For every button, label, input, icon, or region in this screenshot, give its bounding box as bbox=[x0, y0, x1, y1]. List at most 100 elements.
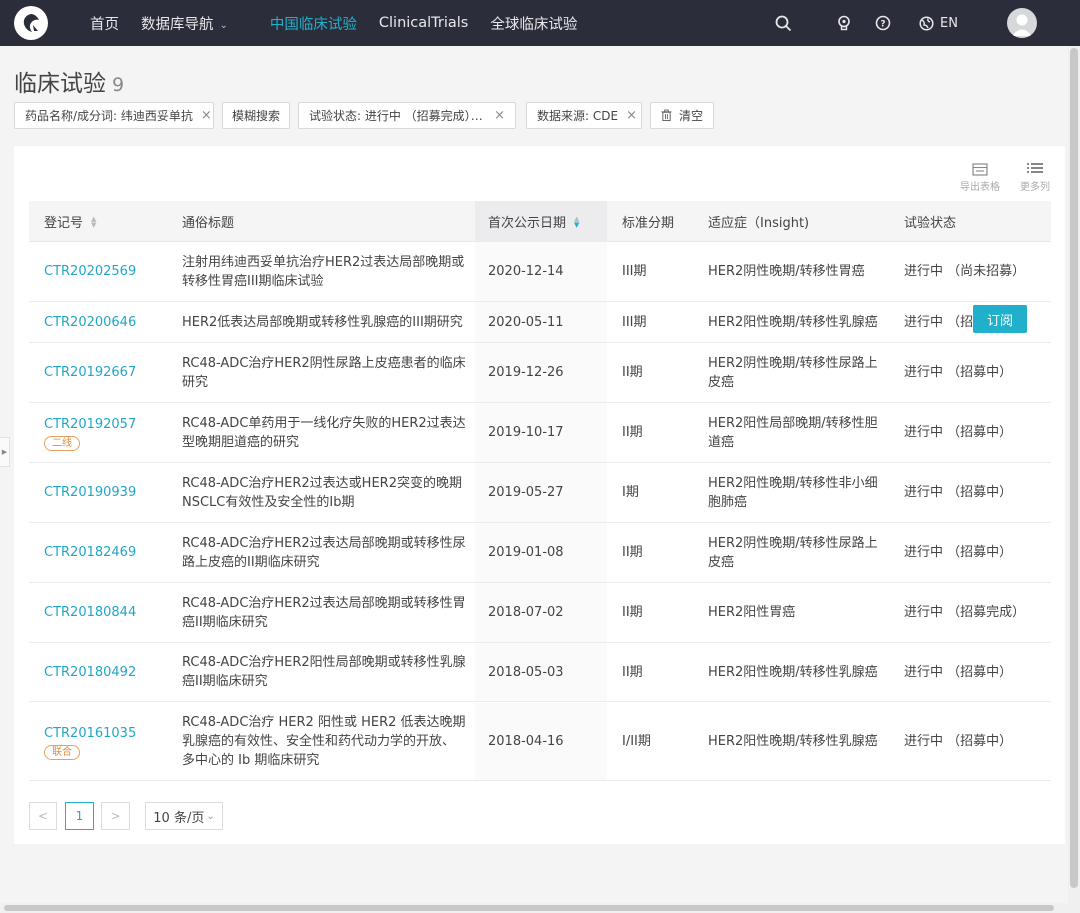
table-row[interactable]: CTR20161035 联合 RC48-ADC治疗 HER2 阳性或 HER2 低表… bbox=[29, 703, 1051, 781]
table-row[interactable]: CTR20182469 RC48-ADC治疗HER2过表达局部晚期或转移性尿路上皮… bbox=[29, 523, 1051, 583]
cell-title: RC48-ADC单药用于一线化疗失败的HER2过表达型晚期胆道癌的研究 bbox=[182, 403, 467, 462]
avatar[interactable] bbox=[1007, 8, 1037, 38]
cell-title-text: RC48-ADC治疗HER2阴性尿路上皮癌患者的临床研究 bbox=[182, 355, 466, 390]
table-row[interactable]: CTR20190939 RC48-ADC治疗HER2过表达或HER2突变的晚期NS… bbox=[29, 463, 1051, 523]
filter-chip-drug: 药品名称/成分词: 纬迪西妥单抗 × bbox=[14, 102, 214, 129]
cell-phase: I/II期 bbox=[622, 703, 702, 780]
close-icon[interactable]: × bbox=[618, 108, 637, 123]
cell-status-text: 进行中 （招募中） bbox=[904, 485, 1013, 500]
vertical-scrollbar-thumb[interactable] bbox=[1070, 48, 1078, 888]
cell-indication: HER2阳性晚期/转移性非小细胞肺癌 bbox=[708, 463, 878, 522]
cell-indication: HER2阴性晚期/转移性尿路上皮癌 bbox=[708, 523, 878, 582]
page-size-select[interactable]: 10 条/页 ⌄ bbox=[145, 802, 223, 830]
cell-date: 2019-01-08 bbox=[475, 523, 607, 582]
more-columns-label: 更多列 bbox=[1020, 182, 1050, 193]
trial-id-link[interactable]: CTR20200646 bbox=[44, 313, 174, 332]
cell-date-text: 2018-07-02 bbox=[488, 605, 564, 620]
language-label: EN bbox=[940, 15, 958, 31]
cell-title: RC48-ADC治疗HER2阴性尿路上皮癌患者的临床研究 bbox=[182, 343, 467, 402]
nav-home[interactable]: 首页 bbox=[90, 13, 119, 34]
sort-icon[interactable]: ▲ ▼ bbox=[574, 215, 579, 228]
table-row[interactable]: CTR20192667 RC48-ADC治疗HER2阴性尿路上皮癌患者的临床研究 2… bbox=[29, 343, 1051, 403]
language-switch[interactable]: EN bbox=[919, 16, 969, 31]
help-icon[interactable]: ? bbox=[873, 13, 893, 33]
cell-phase: II期 bbox=[622, 343, 702, 402]
cell-indication-text: HER2阴性晚期/转移性胃癌 bbox=[708, 264, 865, 279]
col-header-id-label: 登记号 bbox=[44, 216, 84, 231]
nav-clinicaltrials[interactable]: ClinicalTrials bbox=[379, 15, 468, 31]
cell-status: 进行中 （招募中） bbox=[904, 703, 1044, 780]
side-panel-toggle[interactable]: ▶ bbox=[0, 437, 10, 467]
cell-date-text: 2019-10-17 bbox=[488, 425, 564, 440]
cell-id: CTR20161035 联合 bbox=[44, 703, 174, 780]
cell-phase: II期 bbox=[622, 403, 702, 462]
cell-title-text: RC48-ADC治疗HER2过表达局部晚期或转移性尿路上皮癌的II期临床研究 bbox=[182, 535, 466, 570]
cell-date: 2019-12-26 bbox=[475, 343, 607, 402]
trial-id-link[interactable]: CTR20180844 bbox=[44, 603, 174, 622]
cell-indication-text: HER2阳性晚期/转移性非小细胞肺癌 bbox=[708, 475, 878, 510]
result-count: 9 bbox=[112, 74, 125, 96]
cell-status: 进行中 （招募中） bbox=[904, 463, 1044, 522]
next-page-button[interactable]: > bbox=[101, 802, 130, 830]
cell-title: RC48-ADC治疗 HER2 阳性或 HER2 低表达晚期乳腺癌的有效性、安全… bbox=[182, 703, 467, 780]
cell-phase: II期 bbox=[622, 583, 702, 642]
col-header-id[interactable]: 登记号 ▲ ▼ bbox=[44, 201, 96, 242]
table-icon bbox=[972, 160, 988, 178]
cell-status-text: 进行中 （招募中） bbox=[904, 664, 1013, 680]
col-header-title: 通俗标题 bbox=[182, 216, 235, 231]
prev-page-button[interactable]: < bbox=[29, 802, 57, 830]
svg-text:?: ? bbox=[880, 20, 885, 30]
fuzzy-search-button[interactable]: 模糊搜索 bbox=[222, 102, 290, 129]
chevron-down-icon: ⌄ bbox=[219, 19, 228, 31]
table-row[interactable]: CTR20200646 HER2低表达局部晚期或转移性乳腺癌的III期研究 2020… bbox=[29, 302, 1051, 343]
cell-phase-text: II期 bbox=[622, 545, 643, 560]
nav-database[interactable]: 数据库导航 ⌄ bbox=[141, 13, 228, 34]
close-icon[interactable]: × bbox=[193, 108, 212, 123]
cell-indication: HER2阴性晚期/转移性胃癌 bbox=[708, 242, 878, 301]
cell-indication-text: HER2阳性胃癌 bbox=[708, 605, 796, 620]
horizontal-scrollbar-thumb[interactable] bbox=[4, 905, 1054, 911]
trial-id-link[interactable]: CTR20182469 bbox=[44, 543, 174, 562]
page-number-current[interactable]: 1 bbox=[65, 802, 94, 830]
subscribe-button[interactable]: 订阅 bbox=[973, 305, 1027, 333]
user-icon bbox=[1012, 14, 1032, 36]
filter-chip-drug-label: 药品名称/成分词: 纬迪西妥单抗 bbox=[25, 109, 193, 123]
cell-indication-text: HER2阴性晚期/转移性尿路上皮癌 bbox=[708, 535, 878, 570]
trial-id-link[interactable]: CTR20190939 bbox=[44, 483, 174, 502]
chevron-left-icon: < bbox=[37, 809, 49, 823]
cell-date-text: 2020-05-11 bbox=[488, 314, 564, 330]
more-columns-button[interactable]: 更多列 bbox=[1010, 160, 1060, 193]
search-icon[interactable] bbox=[773, 13, 793, 33]
sort-icon[interactable]: ▲ ▼ bbox=[91, 215, 96, 228]
cell-date: 2019-10-17 bbox=[475, 403, 607, 462]
cell-title-text: RC48-ADC治疗HER2阳性局部晚期或转移性乳腺癌II期临床研究 bbox=[182, 655, 466, 689]
trial-id-link[interactable]: CTR20192057 bbox=[44, 415, 174, 434]
close-icon[interactable]: × bbox=[486, 108, 505, 123]
chevron-right-icon: > bbox=[110, 809, 121, 823]
nav-china-trials[interactable]: 中国临床试验 bbox=[270, 13, 357, 34]
cell-indication-text: HER2阳性晚期/转移性乳腺癌 bbox=[708, 734, 878, 749]
cell-phase-text: III期 bbox=[622, 314, 647, 330]
table-header: 登记号 ▲ ▼ 通俗标题 首次公示日期 ▲ ▼ 标准分期 适应症（Insight) … bbox=[29, 201, 1051, 242]
export-table-button[interactable]: 导出表格 bbox=[955, 160, 1005, 193]
page-size-label: 10 条/页 bbox=[153, 810, 205, 826]
table-row[interactable]: CTR20180844 RC48-ADC治疗HER2过表达局部晚期或转移性胃癌II… bbox=[29, 583, 1051, 643]
table-row[interactable]: CTR20180492 RC48-ADC治疗HER2阳性局部晚期或转移性乳腺癌II… bbox=[29, 643, 1051, 702]
page-title-text: 临床试验 bbox=[14, 71, 106, 97]
col-header-date-label: 首次公示日期 bbox=[488, 216, 567, 231]
bulb-icon[interactable] bbox=[834, 13, 854, 33]
trial-id-link[interactable]: CTR20192667 bbox=[44, 363, 174, 382]
fuzzy-search-label: 模糊搜索 bbox=[232, 109, 281, 123]
trial-id-link[interactable]: CTR20202569 bbox=[44, 262, 174, 281]
cell-indication-text: HER2阳性局部晚期/转移性胆道癌 bbox=[708, 415, 878, 450]
cell-date: 2018-05-03 bbox=[475, 643, 607, 701]
table-row[interactable]: CTR20192057 二线 RC48-ADC单药用于一线化疗失败的HER2过表达型… bbox=[29, 403, 1051, 463]
trial-id-link[interactable]: CTR20180492 bbox=[44, 663, 174, 682]
table-row[interactable]: CTR20202569 注射用纬迪西妥单抗治疗HER2过表达局部晚期或转移性胃癌I… bbox=[29, 242, 1051, 302]
cell-phase-text: II期 bbox=[622, 425, 643, 440]
clear-filters-button[interactable]: 清空 bbox=[650, 102, 714, 129]
col-header-date[interactable]: 首次公示日期 ▲ ▼ bbox=[475, 201, 607, 242]
nav-global-trials[interactable]: 全球临床试验 bbox=[490, 13, 577, 34]
logo[interactable] bbox=[14, 6, 48, 40]
trial-id-link[interactable]: CTR20161035 bbox=[44, 724, 174, 743]
